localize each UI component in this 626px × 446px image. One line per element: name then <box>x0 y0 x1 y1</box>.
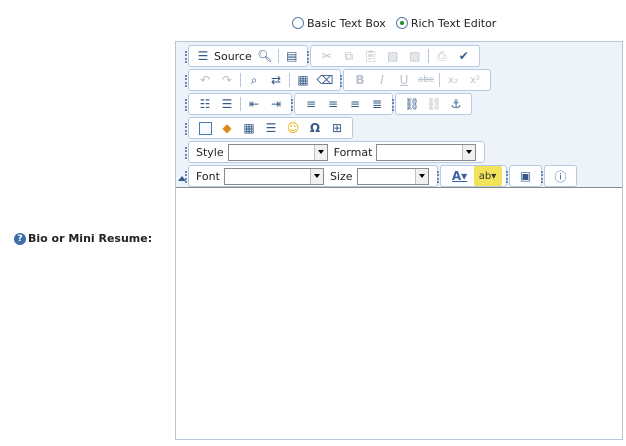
toolbar-group-links: ⛓ ⛓ ⚓ <box>392 93 472 115</box>
toolbar-separator <box>277 49 279 63</box>
background-color-icon[interactable]: ab▾ <box>473 166 502 186</box>
print-icon[interactable]: ⎙ <box>431 46 453 66</box>
style-select[interactable] <box>227 143 328 161</box>
paste-text-icon[interactable]: ▧ <box>382 46 404 66</box>
flash-icon[interactable]: ◆ <box>216 118 238 138</box>
select-all-icon[interactable]: ▦ <box>292 70 314 90</box>
link-icon[interactable]: ⛓ <box>401 94 423 114</box>
size-select[interactable] <box>356 167 429 185</box>
replace-icon[interactable]: ⇄ <box>265 70 287 90</box>
toolbar-group-tools: ▣ <box>505 165 542 187</box>
maximize-icon[interactable]: ▣ <box>515 166 537 186</box>
page-break-icon[interactable]: ⊞ <box>326 118 348 138</box>
style-value <box>229 145 314 160</box>
about-icon[interactable]: ⓘ <box>550 166 572 186</box>
toolbar-group-styles: Style Format <box>184 141 486 163</box>
format-select[interactable] <box>376 143 477 161</box>
align-left-icon[interactable]: ≡ <box>300 94 322 114</box>
toolbar-row-1: ☰ Source 🔍︎ ▤ ✂ ⧉ 📋︎ ▧ ▨ ⎙ ✔ <box>185 45 482 67</box>
subscript-icon[interactable]: x₂ <box>442 70 464 90</box>
bulleted-list-icon[interactable]: ☰ <box>216 94 238 114</box>
editor-mode-selector: Basic Text Box Rich Text Editor <box>292 15 506 31</box>
rich-text-editor-label[interactable]: Rich Text Editor <box>411 17 497 30</box>
special-char-icon[interactable]: Ω <box>304 118 326 138</box>
format-label: Format <box>333 145 373 159</box>
chevron-down-icon[interactable] <box>309 168 323 184</box>
editor-content-area[interactable] <box>176 189 622 439</box>
editor-toolbar: ☰ Source 🔍︎ ▤ ✂ ⧉ 📋︎ ▧ ▨ ⎙ ✔ ↶ ↷ ⌕ ⇄ ▦ ⌫… <box>176 42 622 188</box>
toolbar-group-fonts: Font Size <box>185 165 438 187</box>
outdent-icon[interactable]: ⇤ <box>243 94 265 114</box>
numbered-list-icon[interactable]: ☷ <box>194 94 216 114</box>
smiley-icon[interactable]: ☺ <box>282 118 304 138</box>
toolbar-group-editing: ↶ ↷ ⌕ ⇄ ▦ ⌫ <box>185 69 341 91</box>
align-right-icon[interactable]: ≡ <box>344 94 366 114</box>
indent-icon[interactable]: ⇥ <box>265 94 287 114</box>
toolbar-separator <box>289 73 290 87</box>
rich-text-editor-radio[interactable] <box>395 17 408 29</box>
format-value <box>377 145 462 160</box>
font-label: Font <box>196 169 220 183</box>
field-label-row: ? Bio or Mini Resume: <box>14 232 152 245</box>
paste-icon[interactable]: 📋︎ <box>360 46 382 66</box>
horizontal-rule-icon[interactable]: ☰ <box>260 118 282 138</box>
superscript-icon[interactable]: x² <box>464 70 486 90</box>
toolbar-row-5: Style Format <box>184 141 487 163</box>
source-button[interactable]: Source <box>212 46 254 66</box>
toolbar-row-4: ◆ ▦ ☰ ☺ Ω ⊞ <box>185 117 355 139</box>
toolbar-group-about: ⓘ <box>540 165 577 187</box>
basic-text-box-label[interactable]: Basic Text Box <box>307 17 386 30</box>
toolbar-group-insert: ◆ ▦ ☰ ☺ Ω ⊞ <box>185 117 353 139</box>
size-label: Size <box>329 169 353 183</box>
italic-icon[interactable]: I <box>371 70 393 90</box>
anchor-icon[interactable]: ⚓ <box>445 94 467 114</box>
templates-icon[interactable]: ▤ <box>281 46 303 66</box>
paste-word-icon[interactable]: ▨ <box>404 46 426 66</box>
toolbar-row-2: ↶ ↷ ⌕ ⇄ ▦ ⌫ B I U abc x₂ x² <box>185 69 493 91</box>
preview-icon[interactable]: 🔍︎ <box>254 46 276 66</box>
strikethrough-icon[interactable]: abc <box>415 70 437 90</box>
redo-icon[interactable]: ↷ <box>216 70 238 90</box>
table-icon[interactable]: ▦ <box>238 118 260 138</box>
toolbar-separator <box>240 73 241 87</box>
remove-format-icon[interactable]: ⌫ <box>314 70 336 90</box>
toolbar-group-align: ≡ ≡ ≡ ≣ <box>291 93 393 115</box>
toolbar-group-document: ☰ Source 🔍︎ ▤ <box>185 45 308 67</box>
style-label: Style <box>196 145 224 159</box>
unlink-icon[interactable]: ⛓ <box>423 94 445 114</box>
toolbar-group-basicstyles: B I U abc x₂ x² <box>340 69 491 91</box>
cut-icon[interactable]: ✂ <box>316 46 338 66</box>
toolbar-separator <box>439 73 440 87</box>
align-justify-icon[interactable]: ≣ <box>366 94 388 114</box>
toolbar-separator <box>240 97 241 111</box>
underline-icon[interactable]: U <box>393 70 415 90</box>
toolbar-row-6: Font Size A▾ ab▾ ▣ ⓘ <box>185 165 579 187</box>
basic-text-box-radio[interactable] <box>292 17 304 29</box>
size-value <box>358 169 415 184</box>
source-icon[interactable]: ☰ <box>194 46 212 66</box>
font-select[interactable] <box>223 167 324 185</box>
image-icon[interactable] <box>194 118 216 138</box>
toolbar-group-colors: A▾ ab▾ <box>436 165 507 187</box>
text-color-icon[interactable]: A▾ <box>446 166 474 186</box>
rich-text-editor: ☰ Source 🔍︎ ▤ ✂ ⧉ 📋︎ ▧ ▨ ⎙ ✔ ↶ ↷ ⌕ ⇄ ▦ ⌫… <box>175 41 623 440</box>
chevron-down-icon[interactable] <box>313 144 327 160</box>
undo-icon[interactable]: ↶ <box>194 70 216 90</box>
toolbar-group-clipboard: ✂ ⧉ 📋︎ ▧ ▨ ⎙ ✔ <box>306 45 480 67</box>
help-icon[interactable]: ? <box>14 232 26 245</box>
toolbar-row-3: ☷ ☰ ⇤ ⇥ ≡ ≡ ≡ ≣ ⛓ ⛓ ⚓ <box>185 93 474 115</box>
bio-label: Bio or Mini Resume: <box>28 232 153 245</box>
find-icon[interactable]: ⌕ <box>243 70 265 90</box>
spellcheck-icon[interactable]: ✔ <box>453 46 475 66</box>
chevron-down-icon[interactable] <box>462 144 476 160</box>
copy-icon[interactable]: ⧉ <box>338 46 360 66</box>
chevron-down-icon[interactable] <box>414 168 428 184</box>
align-center-icon[interactable]: ≡ <box>322 94 344 114</box>
bold-icon[interactable]: B <box>349 70 371 90</box>
toolbar-separator <box>427 49 429 63</box>
toolbar-group-lists: ☷ ☰ ⇤ ⇥ <box>185 93 292 115</box>
font-value <box>225 169 310 184</box>
